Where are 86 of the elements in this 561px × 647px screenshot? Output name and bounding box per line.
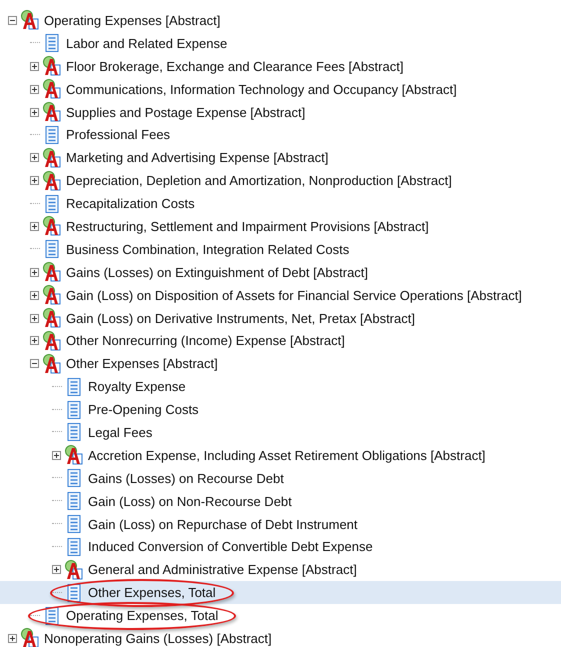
tree-row[interactable]: Recapitalization Costs bbox=[0, 192, 561, 216]
tree-row[interactable]: Supplies and Postage Expense [Abstract] bbox=[0, 100, 561, 124]
tree-row[interactable]: Pre-Opening Costs bbox=[0, 398, 561, 422]
node-label: Royalty Expense bbox=[87, 379, 186, 394]
tree-row[interactable]: Gain (Loss) on Repurchase of Debt Instrument bbox=[0, 512, 561, 536]
expand-icon[interactable] bbox=[8, 634, 20, 643]
node-label: Legal Fees bbox=[87, 424, 152, 440]
abstract-icon bbox=[20, 628, 40, 647]
tree-row[interactable]: Other Expenses [Abstract] bbox=[0, 352, 561, 376]
tree-row[interactable]: Operating Expenses, Total bbox=[0, 604, 561, 628]
tree-row[interactable]: Floor Brokerage, Exchange and Clearance Fees [Abstract] bbox=[0, 54, 561, 78]
expand-icon[interactable] bbox=[30, 153, 42, 162]
node-label: Depreciation, Depletion and Amortization, Nonproduction [Abstract] bbox=[65, 173, 452, 188]
tree-row[interactable]: Business Combination, Integration Related Costs bbox=[0, 238, 561, 261]
node-label: Gains (Losses) on Recourse Debt bbox=[87, 470, 284, 486]
tree-row[interactable]: Other Expenses, Total bbox=[0, 581, 561, 604]
tree-row[interactable]: Nonoperating Gains (Losses) [Abstract] bbox=[0, 627, 561, 647]
tree-row[interactable]: Labor and Related Expense bbox=[0, 32, 561, 55]
node-label: Gains (Losses) on Extinguishment of Debt [Abstract] bbox=[65, 264, 368, 280]
expand-icon[interactable] bbox=[30, 108, 42, 116]
node-label: Gain (Loss) on Repurchase of Debt Instrument bbox=[87, 516, 358, 532]
tree-row[interactable]: Royalty Expense bbox=[0, 375, 561, 398]
node-label: Pre-Opening Costs bbox=[87, 402, 199, 418]
tree-row[interactable]: General and Administrative Expense [Abstract] bbox=[0, 558, 561, 582]
node-label: Induced Conversion of Convertible Debt Expense bbox=[87, 539, 373, 554]
abstract-icon bbox=[64, 445, 84, 466]
expand-icon[interactable] bbox=[30, 222, 42, 231]
abstract-icon bbox=[42, 148, 62, 168]
expand-icon[interactable] bbox=[30, 290, 42, 300]
node-label: Restructuring, Settlement and Impairment Provisions [Abstract] bbox=[65, 218, 429, 234]
node-label: Gain (Loss) on Disposition of Assets for Financial Service Operations [Abstract] bbox=[65, 288, 522, 303]
abstract-icon bbox=[64, 560, 84, 580]
tree-row[interactable]: Other Nonrecurring (Income) Expense [Abstract] bbox=[0, 329, 561, 352]
node-label: Marketing and Advertising Expense [Abstract] bbox=[65, 150, 328, 166]
node-label: Business Combination, Integration Related Costs bbox=[65, 242, 350, 257]
tree-row[interactable]: Restructuring, Settlement and Impairment Provisions [Abstract] bbox=[0, 215, 561, 238]
expand-icon[interactable] bbox=[30, 336, 42, 346]
abstract-icon bbox=[42, 79, 62, 100]
expand-icon[interactable] bbox=[30, 314, 42, 323]
node-label: Other Expenses, Total bbox=[87, 585, 216, 600]
tree-row[interactable]: Induced Conversion of Convertible Debt Expense bbox=[0, 535, 561, 558]
abstract-icon bbox=[42, 354, 62, 374]
expand-icon[interactable] bbox=[30, 176, 42, 186]
node-label: Professional Fees bbox=[65, 127, 170, 142]
abstract-icon bbox=[42, 308, 62, 328]
tree-row[interactable]: Depreciation, Depletion and Amortization, Nonproduction [Abstract] bbox=[0, 169, 561, 192]
node-label: Nonoperating Gains (Losses) [Abstract] bbox=[43, 630, 272, 646]
abstract-icon bbox=[42, 56, 62, 76]
node-label: Gain (Loss) on Derivative Instruments, Net, Pretax [Abstract] bbox=[65, 310, 415, 326]
tree-row[interactable]: Professional Fees bbox=[0, 123, 561, 146]
tree-row[interactable]: Gain (Loss) on Non-Recourse Debt bbox=[0, 490, 561, 513]
expand-icon[interactable] bbox=[30, 268, 42, 277]
expand-icon[interactable] bbox=[30, 84, 42, 94]
node-label: Labor and Related Expense bbox=[65, 36, 228, 51]
node-label: Floor Brokerage, Exchange and Clearance Fees [Abstract] bbox=[65, 58, 404, 74]
node-label: Communications, Information Technology and Occupancy [Abstract] bbox=[65, 82, 457, 97]
node-label: General and Administrative Expense [Abstract] bbox=[87, 562, 357, 578]
expand-icon[interactable] bbox=[52, 565, 64, 574]
node-label: Gain (Loss) on Non-Recourse Debt bbox=[87, 494, 292, 509]
node-label: Recapitalization Costs bbox=[65, 196, 195, 212]
abstract-icon bbox=[42, 330, 62, 351]
tree-row[interactable]: Operating Expenses [Abstract] bbox=[0, 9, 561, 32]
tree-row[interactable]: Accretion Expense, Including Asset Retirement Obligations [Abstract] bbox=[0, 444, 561, 467]
tree-row[interactable]: Communications, Information Technology and Occupancy [Abstract] bbox=[0, 78, 561, 101]
tree-row[interactable]: Marketing and Advertising Expense [Abstract] bbox=[0, 146, 561, 170]
expand-icon[interactable] bbox=[52, 450, 64, 460]
abstract-icon bbox=[42, 170, 62, 191]
collapse-icon[interactable] bbox=[8, 16, 20, 25]
node-label: Operating Expenses [Abstract] bbox=[43, 12, 220, 28]
tree-row[interactable]: Gains (Losses) on Recourse Debt bbox=[0, 466, 561, 490]
abstract-icon bbox=[42, 285, 62, 306]
node-label: Operating Expenses, Total bbox=[65, 608, 218, 624]
expand-icon[interactable] bbox=[30, 62, 42, 71]
abstract-icon bbox=[42, 216, 62, 236]
tree-row[interactable]: Legal Fees bbox=[0, 421, 561, 444]
tree-row[interactable]: Gain (Loss) on Derivative Instruments, Net, Pretax [Abstract] bbox=[0, 306, 561, 330]
node-label: Supplies and Postage Expense [Abstract] bbox=[65, 104, 306, 120]
tree-row[interactable]: Gain (Loss) on Disposition of Assets for Financial Service Operations [Abstract] bbox=[0, 284, 561, 307]
abstract-icon bbox=[42, 102, 62, 122]
node-label: Accretion Expense, Including Asset Retirement Obligations [Abstract] bbox=[87, 448, 486, 463]
node-label: Other Nonrecurring (Income) Expense [Abstract] bbox=[65, 333, 345, 348]
abstract-icon bbox=[42, 262, 62, 282]
abstract-icon bbox=[20, 10, 40, 30]
node-label: Other Expenses [Abstract] bbox=[65, 356, 218, 372]
collapse-icon[interactable] bbox=[30, 359, 42, 368]
tree-row[interactable]: Gains (Losses) on Extinguishment of Debt [Abstract] bbox=[0, 260, 561, 284]
